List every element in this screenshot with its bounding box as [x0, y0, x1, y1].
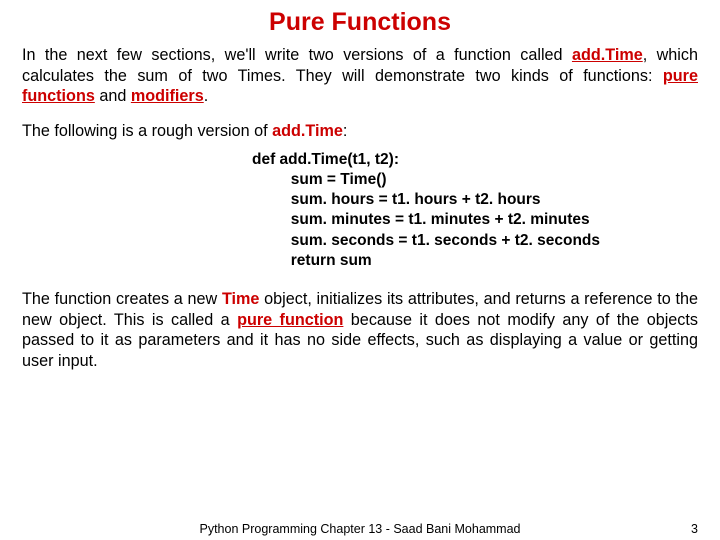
code-line: sum. seconds = t1. seconds + t2. seconds	[252, 231, 698, 251]
text: .	[204, 87, 209, 105]
text: The following is a rough version of	[22, 122, 272, 140]
text: :	[343, 122, 348, 140]
footer-text: Python Programming Chapter 13 - Saad Ban…	[200, 522, 521, 536]
page-number: 3	[691, 522, 698, 536]
intro-paragraph: In the next few sections, we'll write tw…	[22, 45, 698, 107]
text: The function creates a new	[22, 290, 222, 308]
code-line: def add.Time(t1, t2):	[252, 150, 698, 170]
keyword-time: Time	[222, 290, 260, 308]
code-line: return sum	[252, 251, 698, 271]
explanation-paragraph: The function creates a new Time object, …	[22, 289, 698, 372]
text: In the next few sections, we'll write tw…	[22, 46, 572, 64]
keyword-pure-function: pure function	[237, 311, 343, 329]
code-line: sum. hours = t1. hours + t2. hours	[252, 190, 698, 210]
code-block: def add.Time(t1, t2): sum = Time() sum. …	[22, 150, 698, 271]
text: and	[95, 87, 131, 105]
slide: Pure Functions In the next few sections,…	[0, 0, 720, 540]
keyword-modifiers: modifiers	[131, 87, 204, 105]
keyword-addtime: add.Time	[272, 122, 343, 140]
code-line: sum = Time()	[252, 170, 698, 190]
code-line: sum. minutes = t1. minutes + t2. minutes	[252, 210, 698, 230]
slide-title: Pure Functions	[22, 8, 698, 37]
lead-in-paragraph: The following is a rough version of add.…	[22, 121, 698, 142]
keyword-addtime: add.Time	[572, 46, 643, 64]
